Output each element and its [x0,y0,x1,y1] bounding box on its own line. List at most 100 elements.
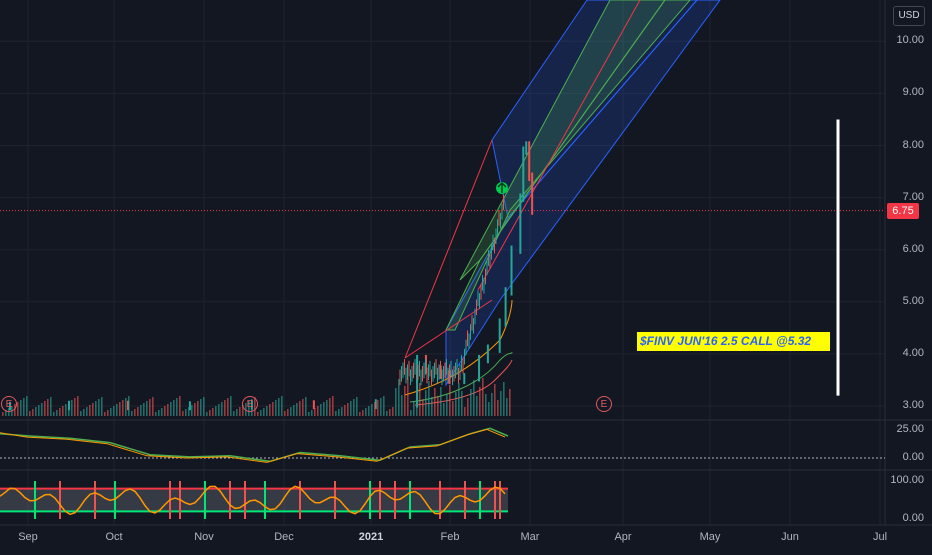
volume-bar [206,412,208,416]
volume-bar [65,404,67,416]
volume-bar [32,409,34,416]
volume-bar [176,398,178,416]
volume-bar [161,408,163,416]
volume-bar [500,391,502,416]
volume-bar [314,408,316,416]
current-price-label: 6.75 [887,203,919,219]
volume-bar [392,407,394,416]
volume-bar [221,402,223,416]
currency-button[interactable]: USD [893,6,925,26]
volume-bar [158,410,160,416]
chart-area[interactable] [0,0,932,550]
volume-bar [98,399,100,416]
volume-bar [149,399,151,416]
volume-bar [386,411,388,416]
volume-bar [296,403,298,416]
volume-bar [71,400,73,416]
volume-bar [173,400,175,416]
volume-bar [152,397,154,416]
volume-bar [122,400,124,416]
time-tick-label: Jun [781,531,799,543]
volume-bar [140,405,142,416]
volume-bar [398,379,400,416]
volume-bar [275,400,277,416]
volume-bar [503,382,505,416]
volume-bar [146,401,148,416]
earnings-marker[interactable]: E [596,396,612,412]
volume-bar [110,408,112,416]
volume-bar [311,410,313,416]
volume-bar [494,384,496,416]
indicator1-line [0,427,509,463]
volume-bar [446,394,448,416]
volume-bar [278,398,280,416]
volume-bar [209,410,211,416]
trade-annotation[interactable]: $FINV JUN'16 2.5 CALL @5.32 [637,332,830,351]
volume-bar [419,383,421,416]
volume-bar [452,401,454,416]
volume-bar [326,400,328,416]
volume-bar [20,400,22,416]
volume-bar [353,399,355,416]
volume-bar [83,409,85,416]
volume-bar [437,396,439,416]
time-tick-label: 2021 [358,531,384,543]
volume-bar [365,408,367,416]
volume-bar [164,406,166,416]
volume-bar [461,391,463,416]
volume-bar [350,401,352,416]
volume-bar [227,398,229,416]
chart-svg[interactable] [0,0,932,550]
volume-bar [407,377,409,416]
volume-bar [317,406,319,416]
volume-bar [455,392,457,416]
volume-bar [440,387,442,416]
volume-bar [203,397,205,416]
volume-bar [182,411,184,416]
volume-bar [422,399,424,416]
volume-bar [113,406,115,416]
time-tick-label: Dec [274,531,294,543]
volume-bar [476,396,478,416]
time-tick-label: Feb [440,531,460,543]
volume-bar [389,409,391,416]
volume-bar [50,397,52,416]
volume-bar [26,396,28,416]
volume-bar [2,412,4,416]
volume-bar [41,403,43,416]
price-tick-label: 3.00 [902,399,924,411]
price-tick-label: 8.00 [902,138,924,151]
volume-bar [506,398,508,416]
volume-bar [35,407,37,416]
volume-bar [464,407,466,416]
volume-bar [260,410,262,416]
time-tick-label: Oct [105,531,123,543]
time-tick-label: Apr [614,531,632,543]
price-tick-label: 9.00 [902,86,924,99]
volume-bar [200,399,202,416]
volume-bar [473,380,475,416]
volume-bar [224,400,226,416]
volume-bar [257,412,259,416]
volume-bar [101,397,103,416]
earnings-marker[interactable]: E [1,396,17,412]
volume-bar [134,409,136,416]
volume-bar [344,405,346,416]
volume-bar [485,394,487,416]
volume-bar [413,401,415,416]
volume-bar [95,401,97,416]
volume-bar [233,411,235,416]
volume-bar [62,406,64,416]
volume-bar [29,411,31,416]
earnings-marker[interactable]: E [242,396,258,412]
volume-bar [359,412,361,416]
volume-bar [488,402,490,416]
volume-bar [272,402,274,416]
volume-bar [236,409,238,416]
volume-bar [308,412,310,416]
volume-bar [92,403,94,416]
volume-bar [320,404,322,416]
volume-bar [341,407,343,416]
volume-bar [305,397,307,416]
volume-bar [329,398,331,416]
